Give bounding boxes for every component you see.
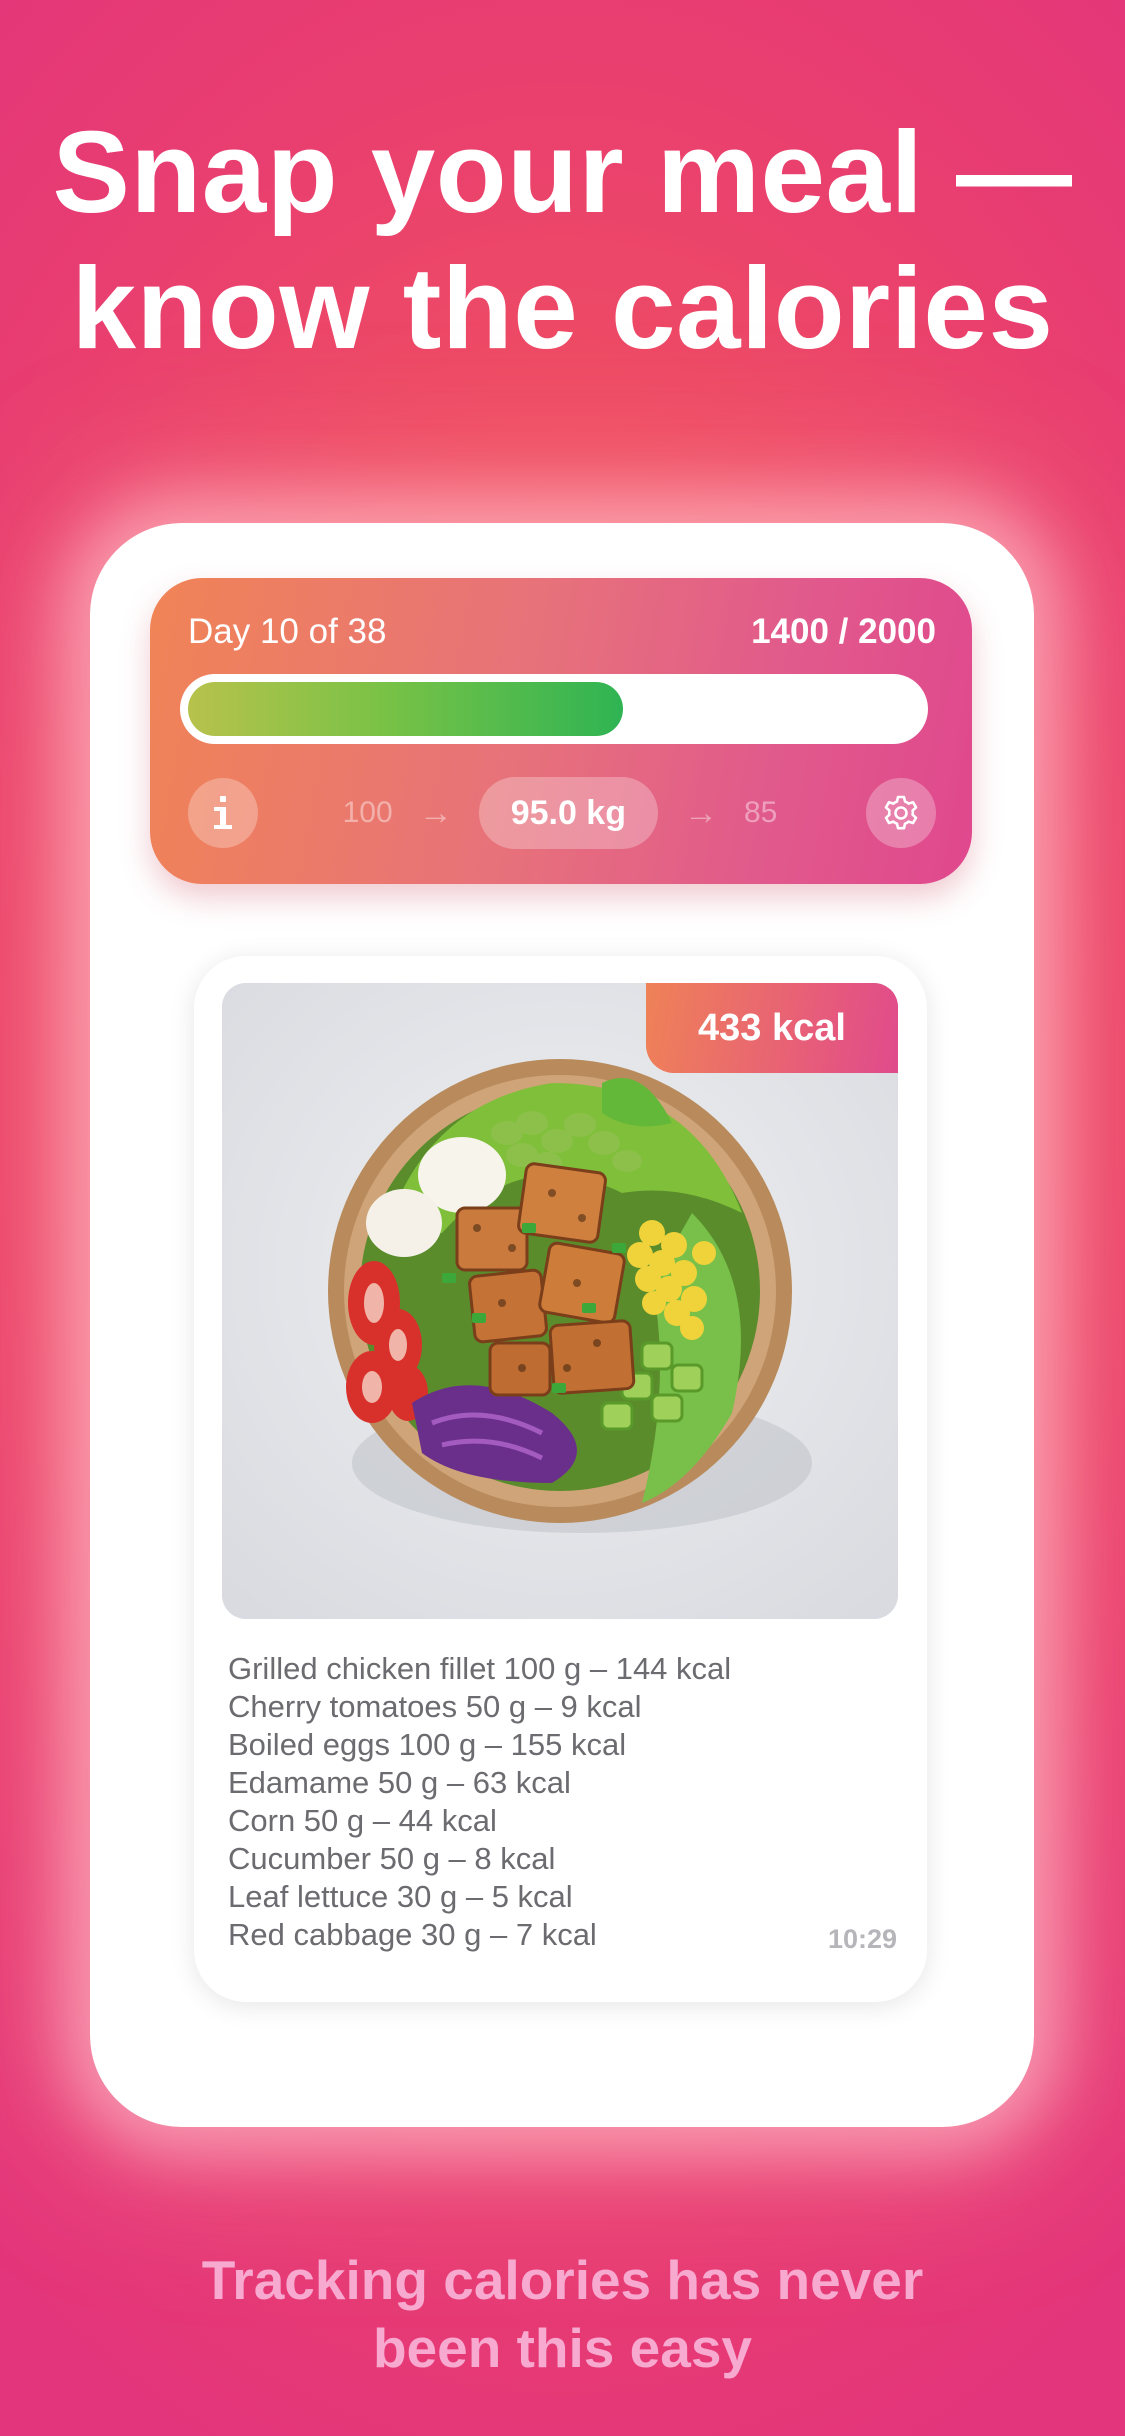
ingredient-item: Leaf lettuce 30 g – 5 kcal bbox=[228, 1879, 573, 1914]
calorie-counter: 1400 / 2000 bbox=[751, 612, 936, 651]
ingredient-item: Edamame 50 g – 63 kcal bbox=[228, 1765, 571, 1800]
headline-line-1: Snap your meal — bbox=[52, 107, 1073, 237]
salad-bowl-image bbox=[222, 983, 898, 1619]
daily-progress-card: Day 10 of 38 1400 / 2000 100 → 95.0 kg →… bbox=[150, 578, 972, 884]
start-weight: 100 bbox=[342, 796, 393, 829]
meal-card[interactable]: 433 kcal Grilled chicken fillet 100 g – … bbox=[194, 956, 927, 2002]
settings-button[interactable] bbox=[866, 778, 936, 848]
ingredient-list: Grilled chicken fillet 100 g – 144 kcal … bbox=[228, 1650, 731, 1954]
ingredient-item: Grilled chicken fillet 100 g – 144 kcal bbox=[228, 1651, 732, 1686]
calorie-progress-bar bbox=[180, 674, 928, 744]
arrow-right-icon: → bbox=[418, 793, 453, 832]
ingredient-item: Boiled eggs 100 g – 155 kcal bbox=[228, 1727, 627, 1762]
tagline-line-2: been this easy bbox=[372, 2317, 753, 2379]
headline: Snap your meal — know the calories bbox=[0, 104, 1125, 376]
current-weight: 95.0 kg bbox=[510, 793, 626, 832]
day-counter: Day 10 of 38 bbox=[188, 612, 387, 651]
calorie-progress-fill bbox=[188, 682, 623, 736]
ingredient-item: Corn 50 g – 44 kcal bbox=[228, 1803, 497, 1838]
ingredient-item: Red cabbage 30 g – 7 kcal bbox=[228, 1917, 597, 1952]
ingredient-item: Cherry tomatoes 50 g – 9 kcal bbox=[228, 1689, 642, 1724]
current-weight-button[interactable]: 95.0 kg bbox=[478, 777, 658, 849]
arrow-right-icon: → bbox=[684, 793, 718, 832]
info-icon bbox=[214, 796, 232, 829]
calorie-badge: 433 kcal bbox=[646, 983, 898, 1073]
meal-photo: 433 kcal bbox=[222, 983, 898, 1619]
ingredient-item: Cucumber 50 g – 8 kcal bbox=[228, 1841, 556, 1876]
weight-tracker: 100 → 95.0 kg → 85 bbox=[300, 776, 820, 850]
tagline-line-1: Tracking calories has never bbox=[201, 2249, 924, 2311]
gear-icon bbox=[884, 795, 918, 830]
headline-line-2: know the calories bbox=[71, 243, 1054, 373]
info-button[interactable] bbox=[188, 778, 258, 848]
target-weight: 85 bbox=[744, 796, 778, 829]
tagline: Tracking calories has never been this ea… bbox=[0, 2246, 1125, 2382]
meal-timestamp: 10:29 bbox=[827, 1924, 897, 1954]
